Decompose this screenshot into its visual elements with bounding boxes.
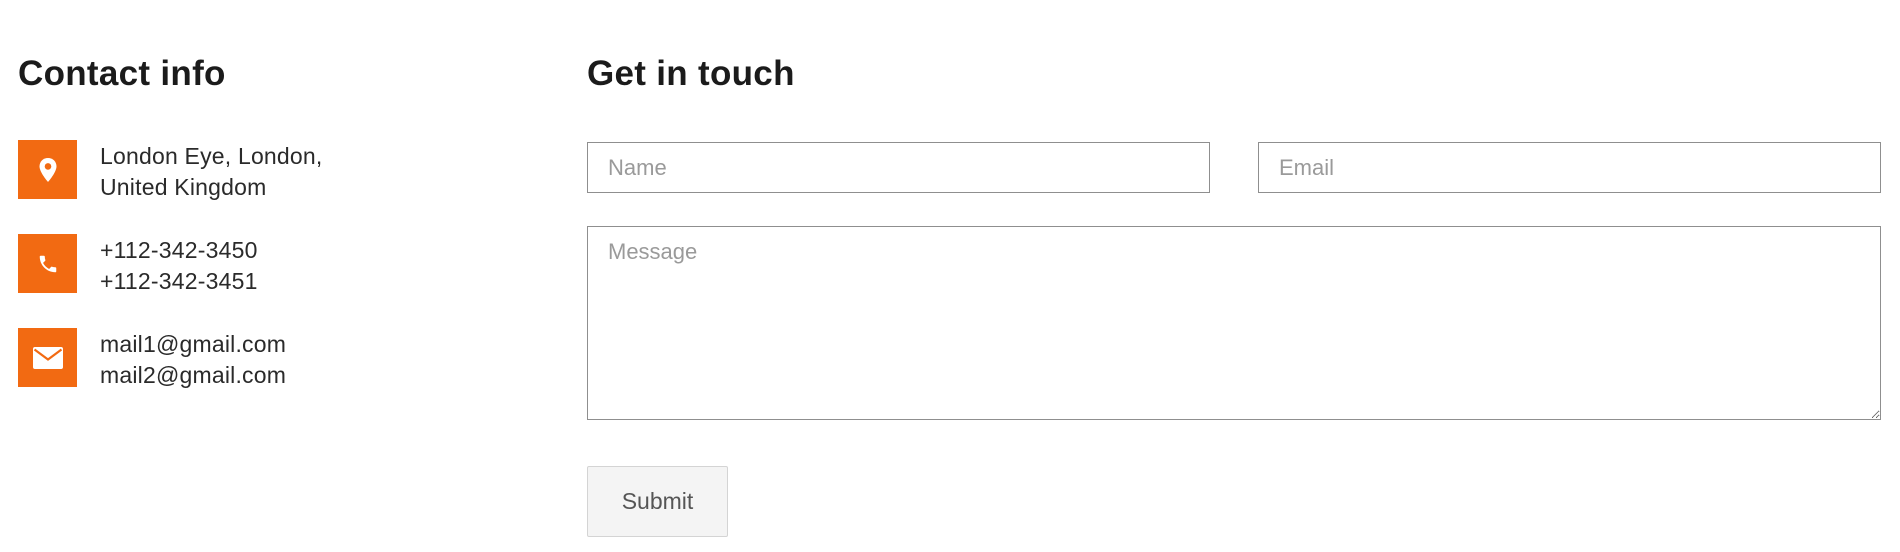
email-line-1: mail1@gmail.com (100, 331, 287, 357)
message-textarea[interactable] (587, 226, 1881, 420)
address-line-2: United Kingdom (100, 174, 267, 200)
contact-info-list: London Eye, London, United Kingdom +112-… (18, 140, 323, 422)
email-line-2: mail2@gmail.com (100, 362, 287, 388)
contact-address-text: London Eye, London, United Kingdom (100, 141, 323, 203)
contact-phone-item: +112-342-3450 +112-342-3451 (18, 234, 323, 294)
phone-icon (18, 234, 77, 293)
get-in-touch-section: Get in touch Submit (587, 50, 1881, 537)
contact-phone-text: +112-342-3450 +112-342-3451 (100, 235, 258, 297)
get-in-touch-heading: Get in touch (587, 54, 795, 93)
contact-address-item: London Eye, London, United Kingdom (18, 140, 323, 200)
email-input[interactable] (1258, 142, 1881, 193)
map-pin-icon (18, 140, 77, 199)
contact-info-section: Contact info London Eye, London, United … (18, 50, 538, 388)
address-line-1: London Eye, London, (100, 143, 323, 169)
name-input[interactable] (587, 142, 1210, 193)
contact-email-text: mail1@gmail.com mail2@gmail.com (100, 329, 286, 391)
contact-info-heading: Contact info (18, 54, 226, 93)
contact-page: Contact info London Eye, London, United … (0, 0, 1900, 552)
phone-line-1: +112-342-3450 (100, 237, 258, 263)
phone-line-2: +112-342-3451 (100, 268, 258, 294)
contact-email-item: mail1@gmail.com mail2@gmail.com (18, 328, 323, 388)
submit-button[interactable]: Submit (587, 466, 728, 537)
envelope-icon (18, 328, 77, 387)
